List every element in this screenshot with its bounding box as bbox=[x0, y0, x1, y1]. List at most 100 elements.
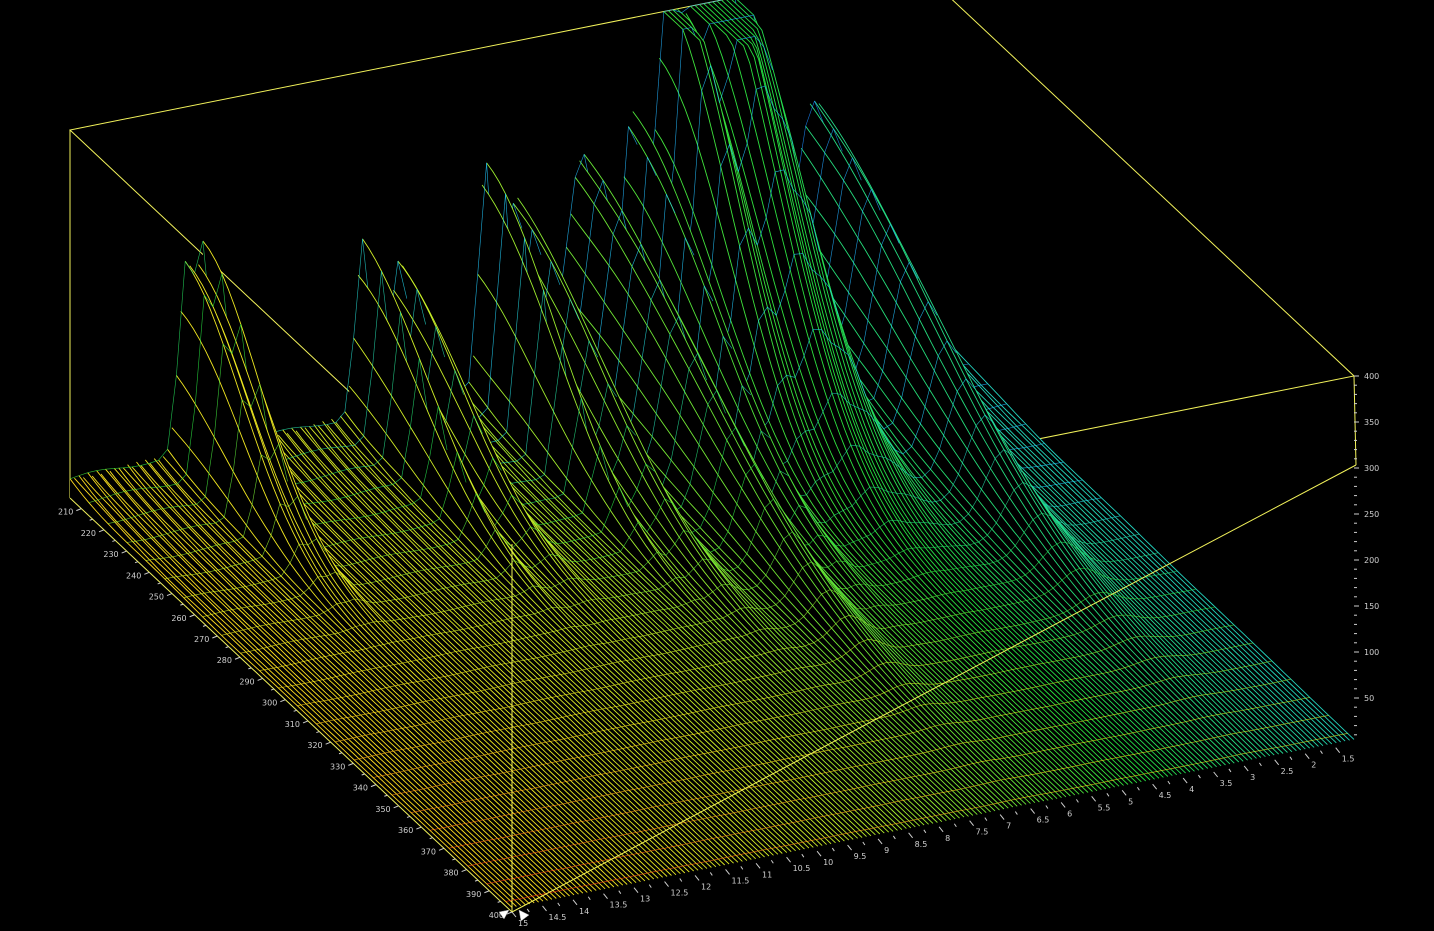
wavelength-minor-tick bbox=[157, 582, 161, 585]
time-tick bbox=[969, 820, 974, 827]
time-minor-tick bbox=[526, 908, 530, 913]
intensity-axis: 50 100 150 200 250 300 350 400 bbox=[1354, 372, 1379, 736]
time-tick-label: 13.5 bbox=[610, 901, 628, 910]
time-minor-tick bbox=[709, 872, 713, 876]
time-tick bbox=[1243, 765, 1249, 772]
time-tick bbox=[1030, 808, 1036, 814]
wavelength-tick bbox=[325, 741, 331, 745]
intensity-tick-label: 200 bbox=[1364, 556, 1379, 565]
time-tick bbox=[725, 869, 730, 875]
time-tick-label: 11 bbox=[762, 870, 772, 879]
time-minor-tick bbox=[648, 884, 652, 888]
time-minor-tick bbox=[679, 878, 683, 882]
surface-rib bbox=[663, 9, 673, 12]
wavelength-minor-tick bbox=[293, 709, 297, 712]
wavelength-tick bbox=[212, 635, 218, 639]
time-minor-tick bbox=[1106, 793, 1110, 797]
time-tick bbox=[816, 850, 822, 857]
surface-rib bbox=[114, 467, 124, 469]
time-minor-tick bbox=[1045, 805, 1049, 809]
time-tick bbox=[1091, 796, 1097, 802]
time-tick bbox=[1304, 753, 1310, 760]
intensity-tick-label: 400 bbox=[1364, 372, 1379, 381]
time-tick bbox=[1182, 777, 1188, 784]
time-tick-label: 2.5 bbox=[1281, 767, 1294, 776]
time-tick bbox=[847, 844, 852, 851]
time-minor-tick bbox=[1014, 811, 1018, 815]
time-minor-tick bbox=[1197, 774, 1201, 779]
wavelength-tick bbox=[144, 571, 150, 575]
time-tick-label: 5 bbox=[1128, 797, 1133, 806]
time-tick-label: 3.5 bbox=[1220, 779, 1233, 788]
time-minor-tick bbox=[1228, 768, 1232, 773]
time-tick bbox=[1274, 759, 1280, 766]
surface-chart: 2102202302402502602702802903003103203303… bbox=[58, 0, 1379, 928]
frame-edge-right bbox=[1353, 375, 1357, 466]
wavelength-tick bbox=[166, 593, 173, 597]
wavelength-tick-label: 370 bbox=[421, 847, 436, 856]
time-minor-tick bbox=[557, 902, 561, 907]
wavelength-tick-label: 300 bbox=[262, 699, 277, 708]
time-tick-label: 13 bbox=[640, 895, 650, 904]
wavelength-minor-tick bbox=[316, 731, 320, 734]
time-tick-label: 3 bbox=[1250, 773, 1255, 782]
wavelength-tick-label: 380 bbox=[443, 869, 458, 878]
wavelength-tick bbox=[121, 550, 127, 554]
wavelength-tick bbox=[348, 762, 354, 766]
time-tick bbox=[511, 911, 517, 918]
wavelength-tick-label: 360 bbox=[398, 826, 413, 835]
wavelength-tick-label: 290 bbox=[239, 677, 254, 686]
time-tick-label: 9.5 bbox=[854, 852, 867, 861]
wavelength-tick bbox=[370, 784, 377, 788]
wavelength-tick-label: 330 bbox=[330, 762, 345, 771]
wavelength-minor-tick bbox=[225, 646, 229, 649]
time-tick-label: 8.5 bbox=[915, 840, 928, 849]
wavelength-minor-tick bbox=[134, 561, 139, 564]
time-minor-tick bbox=[1136, 786, 1140, 791]
time-minor-tick bbox=[740, 866, 744, 870]
time-tick bbox=[633, 887, 639, 893]
wavelength-minor-tick bbox=[452, 858, 456, 861]
time-tick bbox=[755, 862, 761, 869]
time-minor-tick bbox=[1075, 799, 1079, 803]
surface-rib bbox=[78, 472, 88, 476]
time-minor-tick bbox=[1259, 762, 1262, 767]
wavelength-minor-tick bbox=[497, 900, 501, 903]
surface-rib bbox=[291, 426, 301, 429]
time-tick-label: 7.5 bbox=[976, 828, 989, 837]
wavelength-tick bbox=[257, 677, 263, 681]
wavelength-tick bbox=[98, 529, 105, 533]
intensity-tick-label: 350 bbox=[1364, 418, 1379, 427]
intensity-tick-label: 300 bbox=[1364, 464, 1379, 473]
time-minor-tick bbox=[953, 823, 957, 828]
wavelength-tick-label: 320 bbox=[307, 741, 322, 750]
time-tick bbox=[786, 856, 791, 863]
time-tick-label: 2 bbox=[1311, 761, 1316, 770]
time-minor-tick bbox=[862, 841, 866, 846]
wavelength-tick bbox=[302, 720, 309, 724]
wavelength-tick bbox=[234, 656, 241, 660]
time-tick bbox=[603, 893, 608, 900]
surface-rib bbox=[87, 470, 97, 473]
time-tick bbox=[542, 905, 547, 912]
time-tick bbox=[908, 832, 913, 839]
wavelength-tick-label: 270 bbox=[194, 635, 209, 644]
time-minor-tick bbox=[770, 859, 774, 864]
time-tick bbox=[694, 875, 700, 881]
intensity-tick-label: 250 bbox=[1364, 510, 1379, 519]
time-tick-label: 14.5 bbox=[549, 913, 567, 922]
wavelength-minor-tick bbox=[89, 518, 93, 521]
wavelength-minor-tick bbox=[270, 688, 275, 691]
wavelength-minor-tick bbox=[406, 815, 411, 818]
time-minor-tick bbox=[587, 896, 591, 901]
wavelength-minor-tick bbox=[429, 837, 433, 840]
time-tick-label: 15 bbox=[518, 919, 528, 928]
time-tick-label: 9 bbox=[884, 846, 889, 855]
wavelength-tick bbox=[280, 699, 286, 703]
time-minor-tick bbox=[1167, 780, 1171, 785]
time-tick-label: 8 bbox=[945, 834, 950, 843]
surface-wireframe bbox=[69, 0, 1355, 912]
time-tick bbox=[938, 826, 944, 833]
time-tick bbox=[664, 881, 669, 887]
intensity-tick-label: 100 bbox=[1364, 648, 1379, 657]
